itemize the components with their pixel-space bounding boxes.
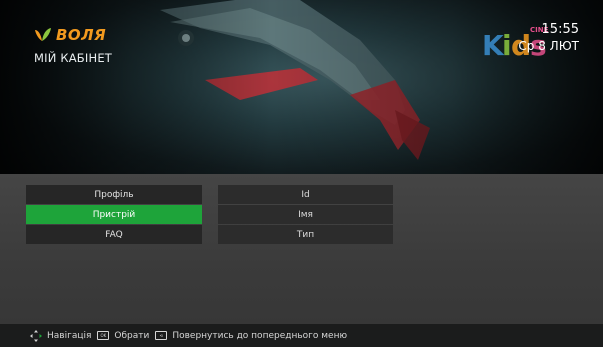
clock-date: Ср 8 ЛЮТ (518, 39, 579, 53)
ok-key-icon: OK (97, 331, 110, 340)
device-details: Id Імя Тип (218, 185, 393, 245)
menu-panel: Профіль Пристрій FAQ Id Імя Тип (0, 174, 603, 324)
video-preview: ВОЛЯ МІЙ КАБІНЕТ K i d s CINE 15:55 Ср 8… (0, 0, 603, 174)
brand-name: ВОЛЯ (56, 26, 107, 44)
menu-item-device[interactable]: Пристрій (26, 205, 202, 224)
detail-row-type: Тип (218, 225, 393, 244)
menu-item-profile[interactable]: Профіль (26, 185, 202, 204)
clock-time: 15:55 (541, 22, 579, 37)
hint-back: Повернутись до попереднього меню (172, 330, 348, 341)
navigation-arrows-icon (30, 329, 42, 342)
hint-select: Обрати (114, 330, 150, 341)
detail-row-name: Імя (218, 205, 393, 224)
tv-screen: ВОЛЯ МІЙ КАБІНЕТ K i d s CINE 15:55 Ср 8… (0, 0, 603, 347)
hint-bar: Навігація OK Обрати ⟲ Повернутись до поп… (0, 324, 603, 347)
hint-navigation: Навігація (47, 330, 92, 341)
brand-logo: ВОЛЯ (34, 26, 106, 44)
back-key-icon: ⟲ (155, 331, 168, 340)
page-title: МІЙ КАБІНЕТ (34, 51, 113, 65)
detail-row-id: Id (218, 185, 393, 204)
main-menu: Профіль Пристрій FAQ (26, 185, 202, 245)
menu-item-faq[interactable]: FAQ (26, 225, 202, 244)
voliya-logo-icon (35, 28, 51, 41)
